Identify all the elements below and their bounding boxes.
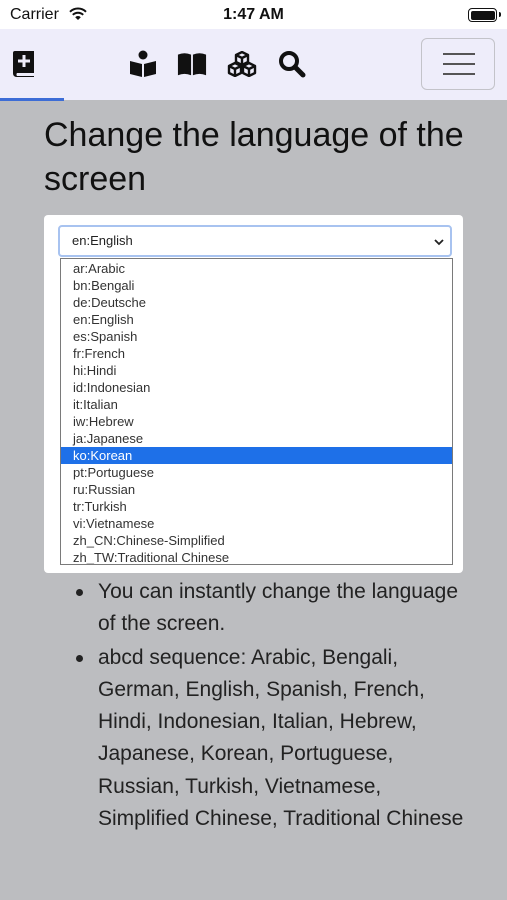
status-bar: Carrier 1:47 AM [0,0,507,29]
dropdown-option[interactable]: ru:Russian [61,481,452,498]
chevron-down-icon [434,239,444,246]
dropdown-option[interactable]: de:Deutsche [61,294,452,311]
bullet-icon [76,654,83,662]
dropdown-option[interactable]: iw:Hebrew [61,413,452,430]
hamburger-menu-button[interactable] [421,38,495,90]
search-icon[interactable] [277,49,307,79]
info-list: You can instantly change the language of… [74,576,474,836]
active-nav-indicator [0,98,64,101]
dropdown-option[interactable]: vi:Vietnamese [61,515,452,532]
language-select[interactable]: en:English [58,225,452,257]
reader-book-icon[interactable] [128,49,158,79]
list-item-text: You can instantly change the language of… [98,580,459,636]
dropdown-option[interactable]: es:Spanish [61,328,452,345]
dropdown-option[interactable]: hi:Hindi [61,362,452,379]
language-select-value: en:English [72,233,133,248]
dropdown-option[interactable]: en:English [61,311,452,328]
list-item: You can instantly change the language of… [74,576,474,641]
top-navbar [0,29,507,100]
dropdown-option[interactable]: fr:French [61,345,452,362]
dropdown-option[interactable]: ko:Korean [61,447,452,464]
list-item: abcd sequence: Arabic, Bengali, German, … [74,642,474,836]
cubes-icon[interactable] [227,49,257,79]
dropdown-option[interactable]: tr:Turkish [61,498,452,515]
bible-plus-icon[interactable] [9,49,39,79]
dropdown-option[interactable]: pt:Portuguese [61,464,452,481]
dropdown-option[interactable]: zh_TW:Traditional Chinese [61,549,452,564]
bullet-icon [76,589,83,596]
page-title: Change the language of the screen [44,116,464,198]
language-dropdown-list: ar:Arabic bn:Bengali de:Deutsche en:English… [60,258,453,565]
list-item-text: abcd sequence: Arabic, Bengali, German, … [98,645,464,831]
open-book-icon[interactable] [177,49,207,79]
dropdown-option[interactable]: ar:Arabic [61,260,452,277]
dropdown-option[interactable]: ja:Japanese [61,430,452,447]
clock: 1:47 AM [223,6,284,23]
dropdown-option[interactable]: bn:Bengali [61,277,452,294]
battery-icon [468,8,501,22]
dropdown-option[interactable]: id:Indonesian [61,379,452,396]
dropdown-option[interactable]: zh_CN:Chinese-Simplified [61,532,452,549]
dropdown-option[interactable]: it:Italian [61,396,452,413]
